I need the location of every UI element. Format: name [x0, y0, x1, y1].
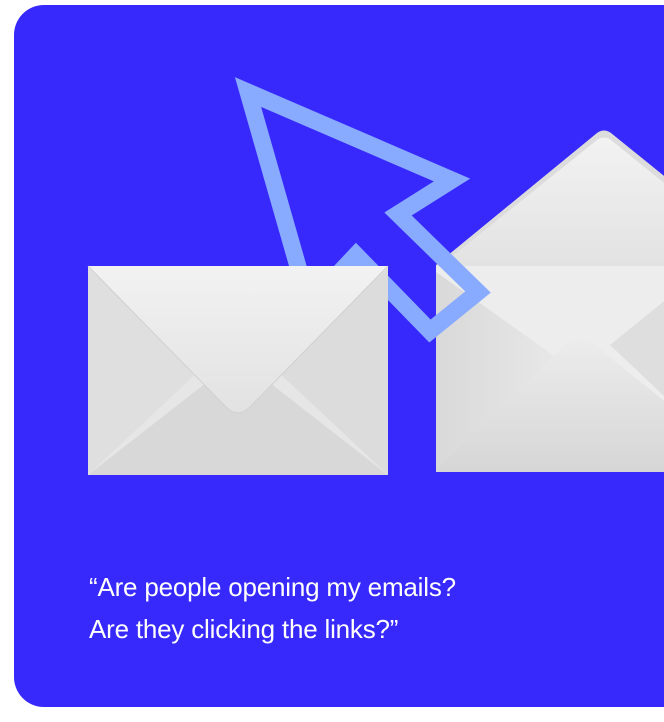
quote-text: “Are people opening my emails? Are they … [89, 566, 649, 650]
quote-line-2: Are they clicking the links?” [89, 614, 399, 644]
closed-envelope-icon [87, 265, 389, 475]
quote-line-1: “Are people opening my emails? [89, 572, 456, 602]
